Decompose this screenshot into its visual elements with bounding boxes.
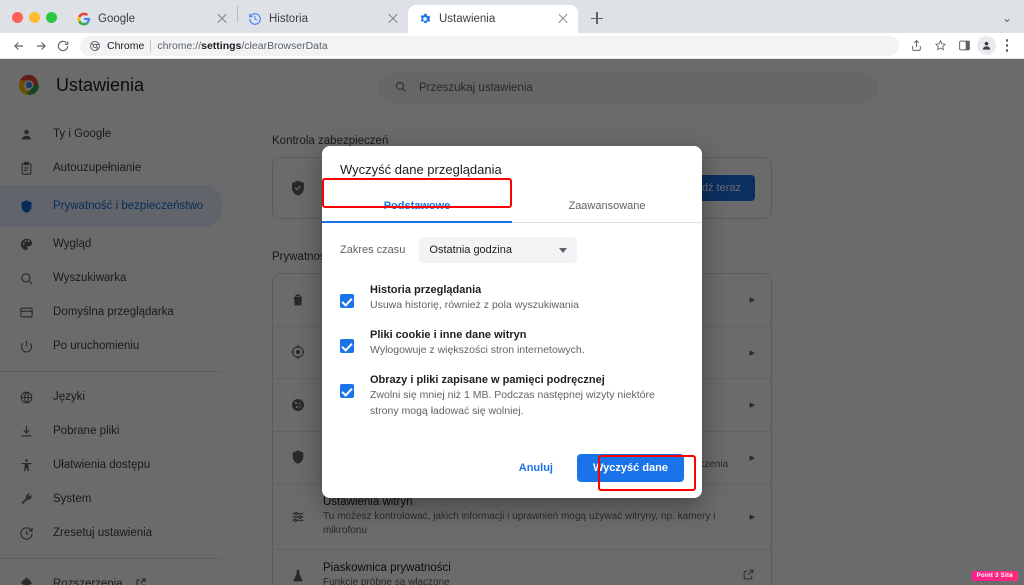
share-icon[interactable]: [905, 35, 927, 57]
star-icon[interactable]: [929, 35, 951, 57]
omnibox-divider: [150, 39, 152, 52]
tab-zaawansowane[interactable]: Zaawansowane: [512, 189, 702, 222]
time-range-value: Ostatnia godzina: [429, 244, 512, 256]
chrome-icon: [90, 40, 100, 51]
history-favicon: [249, 13, 261, 25]
dialog-tabs: Podstawowe Zaawansowane: [322, 189, 702, 223]
tab-podstawowe[interactable]: Podstawowe: [322, 189, 512, 223]
toolbar-right-actions: [905, 35, 1016, 57]
option-text: Historia przeglądania Usuwa historię, ró…: [370, 284, 684, 313]
close-window-button[interactable]: [12, 12, 23, 23]
option-text: Pliki cookie i inne dane witryn Wylogowu…: [370, 329, 684, 358]
settings-gear-favicon: [420, 13, 431, 24]
dialog-actions: Anuluj Wyczyść dane: [322, 442, 702, 498]
option-pliki-cookie[interactable]: Pliki cookie i inne dane witryn Wylogowu…: [340, 322, 684, 367]
side-panel-icon[interactable]: [953, 35, 975, 57]
confirm-clear-data-button[interactable]: Wyczyść dane: [576, 454, 684, 482]
option-subtitle: Usuwa historię, również z pola wyszukiwa…: [370, 299, 579, 311]
maximize-window-button[interactable]: [46, 12, 57, 23]
option-title: Obrazy i pliki zapisane w pamięci podręc…: [370, 374, 605, 387]
browser-tab-google[interactable]: Google: [67, 5, 237, 33]
time-range-control: Zakres czasu Ostatnia godzina: [322, 223, 702, 273]
cancel-button[interactable]: Anuluj: [504, 455, 567, 481]
url-suffix: /clearBrowserData: [241, 39, 328, 52]
forward-icon[interactable]: [30, 35, 52, 57]
chevron-down-icon[interactable]: ⌄: [1002, 11, 1012, 25]
url-bold-part: settings: [201, 39, 242, 52]
tab-title: Historia: [269, 13, 308, 25]
option-obrazy-i-pliki[interactable]: Obrazy i pliki zapisane w pamięci podręc…: [340, 367, 684, 427]
browser-tab-ustawienia[interactable]: Ustawienia: [408, 5, 578, 33]
checkbox[interactable]: [340, 384, 354, 399]
option-subtitle: Wylogowuje z większości stron internetow…: [370, 344, 585, 357]
close-icon[interactable]: [386, 12, 400, 26]
watermark-badge: Point 3 Site: [971, 571, 1018, 581]
option-title: Pliki cookie i inne dane witryn: [370, 329, 527, 342]
reload-icon[interactable]: [52, 35, 74, 57]
time-range-select[interactable]: Ostatnia godzina: [419, 237, 578, 263]
chevron-down-icon: [559, 247, 568, 253]
option-historia-przegladania[interactable]: Historia przeglądania Usuwa historię, ró…: [340, 277, 684, 322]
new-tab-button[interactable]: [584, 5, 610, 31]
tab-title: Ustawienia: [439, 13, 496, 25]
option-title: Historia przeglądania: [370, 284, 482, 296]
option-subtitle: Zwolni się mniej niż 1 MB. Podczas nastę…: [370, 389, 655, 417]
checkbox[interactable]: [340, 339, 354, 354]
option-text: Obrazy i pliki zapisane w pamięci podręc…: [370, 374, 684, 418]
three-dot-menu-icon[interactable]: [998, 39, 1016, 52]
browser-window: Google Historia Ustawienia ⌄ Chrome chro…: [0, 0, 1024, 585]
browser-tab-historia[interactable]: Historia: [238, 5, 408, 33]
omnibox-url: chrome://settings/clearBrowserData: [157, 40, 327, 52]
url-prefix: chrome://: [157, 39, 202, 52]
tab-strip: Google Historia Ustawienia ⌄: [0, 0, 1024, 33]
tab-title: Google: [98, 13, 136, 25]
address-bar[interactable]: Chrome chrome://settings/clearBrowserDat…: [80, 35, 899, 56]
browser-toolbar: Chrome chrome://settings/clearBrowserDat…: [0, 33, 1024, 59]
omnibox-chip-label: Chrome: [107, 39, 145, 52]
window-traffic-lights: [0, 12, 67, 33]
profile-avatar-icon[interactable]: [977, 36, 996, 55]
minimize-window-button[interactable]: [29, 12, 40, 23]
back-icon[interactable]: [8, 35, 30, 57]
dialog-options-list: Historia przeglądania Usuwa historię, ró…: [322, 273, 702, 442]
dialog-title: Wyczyść dane przeglądania: [340, 162, 502, 177]
time-range-label: Zakres czasu: [340, 244, 406, 256]
close-icon[interactable]: [215, 12, 229, 26]
close-icon[interactable]: [556, 12, 570, 26]
clear-browsing-data-dialog: Wyczyść dane przeglądania Podstawowe Zaa…: [322, 146, 702, 498]
checkbox[interactable]: [340, 294, 354, 308]
google-favicon: [77, 12, 91, 26]
